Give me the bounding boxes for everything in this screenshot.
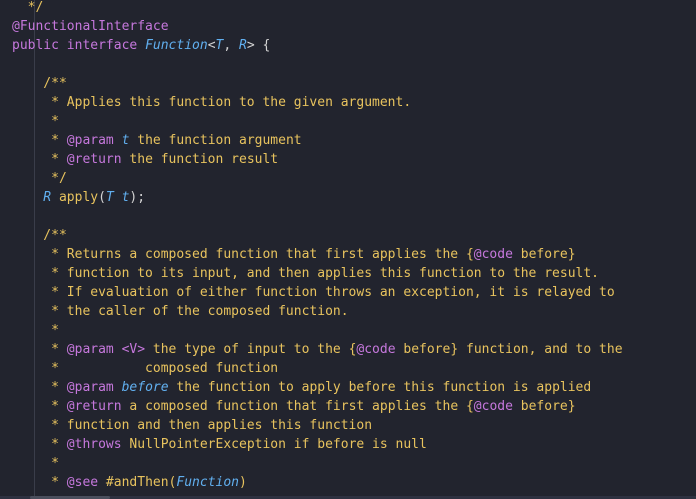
code-token: * If evaluation of either function throw… — [12, 285, 615, 300]
code-token: < — [207, 38, 216, 53]
code-line: R apply(T t); — [12, 188, 145, 207]
code-token: @param — [66, 133, 114, 148]
code-line: * function to its input, and then applie… — [12, 264, 599, 283]
code-token: * — [12, 323, 59, 338]
code-token: before — [121, 380, 169, 395]
code-line: /** — [12, 226, 67, 245]
code-token: @param — [66, 380, 114, 395]
code-token: * — [12, 152, 67, 167]
code-line: * — [12, 454, 59, 473]
code-token: * Applies this function to the given arg… — [12, 95, 412, 110]
code-token: R — [239, 38, 247, 53]
code-line: * @see #andThen(Function) — [12, 473, 247, 492]
code-token: * composed function — [12, 361, 279, 376]
code-line: * the caller of the composed function. — [12, 302, 349, 321]
code-token: * — [12, 399, 67, 414]
code-token: the type of input to the { — [145, 342, 357, 357]
code-token: */ — [12, 171, 67, 186]
code-token: the function to apply before this functi… — [168, 380, 592, 395]
code-token: * the caller of the composed function. — [12, 304, 349, 319]
code-token: @FunctionalInterface — [12, 19, 169, 34]
code-token: * — [12, 437, 67, 452]
code-line: * Applies this function to the given arg… — [12, 93, 411, 112]
code-token: * function and then applies this functio… — [12, 418, 373, 433]
code-token: the function argument — [129, 133, 302, 148]
code-token: ( — [98, 190, 106, 205]
code-token: public interface — [12, 38, 146, 53]
code-token: R — [12, 190, 52, 205]
code-line: * @return a composed function that first… — [12, 397, 576, 416]
code-line: * — [12, 112, 59, 131]
code-line: public interface Function<T, R> { — [12, 36, 270, 55]
code-token: NullPointerException if before is null — [121, 437, 427, 452]
code-line: * @param before the function to apply be… — [12, 378, 591, 397]
code-token: the function result — [121, 152, 279, 167]
code-token: * Returns a composed function that first… — [12, 247, 474, 262]
code-line: * — [12, 321, 59, 340]
code-token: #andThen( — [98, 475, 177, 490]
code-token: * — [12, 342, 67, 357]
code-token: ); — [129, 190, 146, 205]
code-token: a composed function that first applies t… — [121, 399, 474, 414]
code-token: @return — [66, 399, 122, 414]
code-editor[interactable]: */ @FunctionalInterface public interface F… — [0, 0, 696, 499]
code-token: Function — [145, 38, 208, 53]
code-token: * — [12, 475, 67, 490]
code-line: * @throws NullPointerException if before… — [12, 435, 427, 454]
code-token: * — [12, 133, 67, 148]
code-line: /** — [12, 74, 67, 93]
code-token: /** — [12, 76, 67, 91]
code-token: , — [223, 38, 239, 53]
code-token: * function to its input, and then applie… — [12, 266, 599, 281]
code-token: before} — [512, 247, 576, 262]
code-line: * @param <V> the type of input to the {@… — [12, 340, 623, 359]
code-line: */ — [12, 169, 67, 188]
code-token: @code — [473, 399, 513, 414]
code-line: */ — [12, 0, 44, 17]
code-token: ) — [239, 475, 247, 490]
code-line: @FunctionalInterface — [12, 17, 169, 36]
code-token: */ — [12, 0, 44, 15]
code-token: @param — [66, 342, 114, 357]
code-token: @code — [473, 247, 513, 262]
code-token: T t — [105, 190, 130, 205]
code-token: before} — [512, 399, 576, 414]
code-token: before} function, and to the — [395, 342, 623, 357]
code-token: @return — [66, 152, 122, 167]
code-token: * — [12, 114, 59, 129]
code-line: * @return the function result — [12, 150, 278, 169]
code-token: * — [12, 456, 59, 471]
code-line: * function and then applies this functio… — [12, 416, 372, 435]
code-token: Function — [176, 475, 240, 490]
code-line: * composed function — [12, 359, 278, 378]
code-token: @code — [356, 342, 396, 357]
code-token: <V> — [121, 342, 146, 357]
code-token: apply — [51, 190, 99, 205]
code-token: @throws — [66, 437, 122, 452]
code-line: * @param t the function argument — [12, 131, 302, 150]
code-token: @see — [66, 475, 99, 490]
code-token: > { — [246, 38, 271, 53]
code-line: * Returns a composed function that first… — [12, 245, 576, 264]
code-token: /** — [12, 228, 67, 243]
code-token: * — [12, 380, 67, 395]
code-line: * If evaluation of either function throw… — [12, 283, 615, 302]
